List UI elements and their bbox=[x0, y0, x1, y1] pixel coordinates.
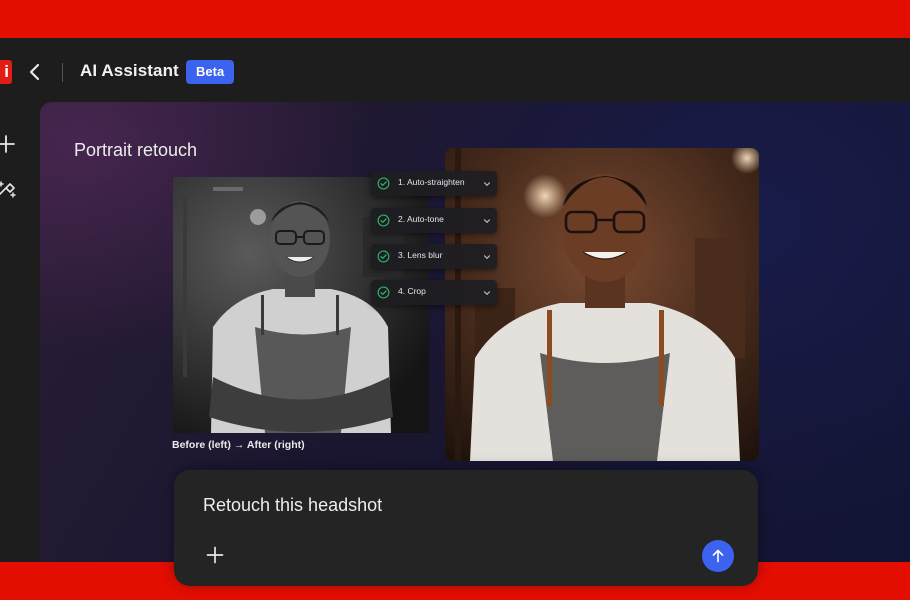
beta-badge: Beta bbox=[186, 60, 235, 84]
back-button[interactable] bbox=[24, 60, 46, 84]
new-button[interactable] bbox=[0, 134, 16, 154]
before-after-caption: Before (left) → After (right) bbox=[172, 439, 305, 451]
magic-tool-button[interactable] bbox=[0, 178, 18, 200]
header-divider bbox=[62, 63, 63, 82]
add-attachment-button[interactable] bbox=[206, 546, 224, 564]
step-auto-straighten[interactable]: 1. Auto-straighten bbox=[371, 171, 497, 196]
chevron-down-icon bbox=[483, 182, 491, 187]
check-circle-icon bbox=[377, 286, 390, 299]
step-crop[interactable]: 4. Crop bbox=[371, 280, 497, 305]
step-lens-blur[interactable]: 3. Lens blur bbox=[371, 244, 497, 269]
app-title: AI Assistant bbox=[80, 61, 179, 80]
back-chevron-icon bbox=[29, 63, 40, 81]
chevron-down-icon bbox=[483, 219, 491, 224]
magic-tool-icon bbox=[0, 181, 16, 198]
app-logo[interactable]: i bbox=[0, 60, 12, 84]
check-circle-icon bbox=[377, 214, 390, 227]
check-circle-icon bbox=[377, 250, 390, 263]
step-label: 3. Lens blur bbox=[398, 250, 443, 260]
step-label: 2. Auto-tone bbox=[398, 214, 444, 224]
step-label: 1. Auto-straighten bbox=[398, 177, 465, 187]
arrow-up-icon bbox=[712, 549, 724, 563]
send-button[interactable] bbox=[702, 540, 734, 572]
plus-icon bbox=[206, 546, 224, 564]
chevron-down-icon bbox=[483, 291, 491, 296]
step-label: 4. Crop bbox=[398, 286, 426, 296]
plus-icon bbox=[0, 135, 15, 153]
section-title: Portrait retouch bbox=[74, 140, 198, 160]
prompt-box[interactable]: Retouch this headshot bbox=[174, 470, 758, 586]
header: i AI Assistant Beta bbox=[0, 38, 910, 102]
prompt-input[interactable]: Retouch this headshot bbox=[203, 495, 382, 516]
step-auto-tone[interactable]: 2. Auto-tone bbox=[371, 208, 497, 233]
chevron-down-icon bbox=[483, 255, 491, 260]
check-circle-icon bbox=[377, 177, 390, 190]
